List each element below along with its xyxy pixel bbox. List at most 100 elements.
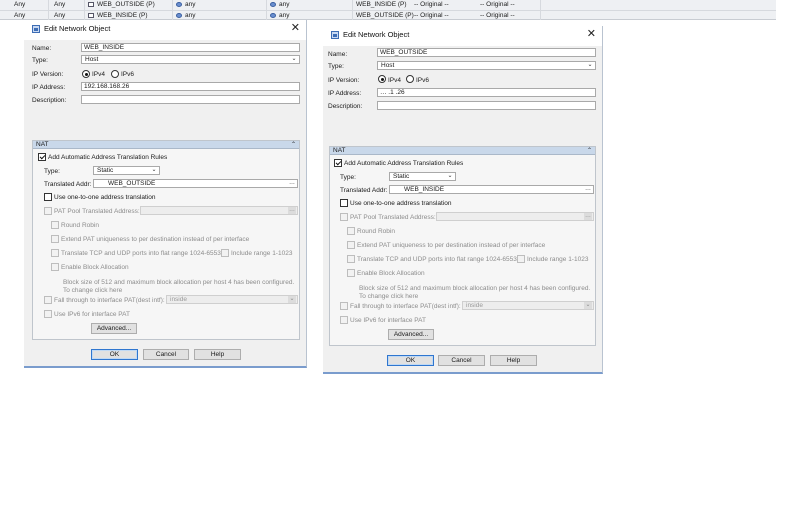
destination-interface: Any xyxy=(54,1,66,8)
extend-pat-label: Extend PAT uniqueness to per destination… xyxy=(357,242,546,249)
globe-icon xyxy=(176,2,182,7)
ipv4-radio[interactable] xyxy=(378,75,386,83)
ip-address-label: IP Address: xyxy=(32,84,66,91)
advanced-button[interactable]: Advanced... xyxy=(91,323,137,334)
one-to-one-checkbox[interactable] xyxy=(340,199,348,207)
ok-button[interactable]: OK xyxy=(91,349,138,360)
pat-pool-label: PAT Pool Translated Address: xyxy=(350,214,436,221)
name-field[interactable]: WEB_OUTSIDE xyxy=(377,48,596,57)
translated-service: -- Original -- xyxy=(480,1,515,8)
description-field[interactable] xyxy=(377,101,596,110)
nat-panel: NAT ⌃ Add Automatic Address Translation … xyxy=(329,146,596,346)
collapse-icon[interactable]: ⌃ xyxy=(291,141,296,149)
one-to-one-label: Use one-to-one address translation xyxy=(54,194,156,201)
nat-panel-header[interactable]: NAT ⌃ xyxy=(330,147,595,155)
original-source: WEB_INSIDE (P) xyxy=(88,12,148,20)
fall-through-select[interactable]: inside ⌄ xyxy=(166,295,298,304)
ipv6-radio[interactable] xyxy=(111,70,119,78)
chevron-down-icon: ⌄ xyxy=(151,167,157,173)
pat-pool-field[interactable]: … xyxy=(140,206,298,215)
browse-button[interactable]: … xyxy=(584,213,592,220)
translate-tcp-udp-checkbox[interactable] xyxy=(51,249,59,257)
original-source: WEB_OUTSIDE (P) xyxy=(88,1,155,9)
ipv6-radio[interactable] xyxy=(406,75,414,83)
pat-pool-checkbox[interactable] xyxy=(44,207,52,215)
pat-pool-checkbox[interactable] xyxy=(340,213,348,221)
description-label: Description: xyxy=(328,103,363,110)
cancel-button[interactable]: Cancel xyxy=(143,349,189,360)
fall-through-label: Fall through to interface PAT(dest intf)… xyxy=(54,297,165,304)
ip-address-field[interactable]: … .1 .26 xyxy=(377,88,596,97)
fall-through-checkbox[interactable] xyxy=(340,302,348,310)
close-icon[interactable]: ✕ xyxy=(291,21,300,35)
pat-pool-field[interactable]: … xyxy=(436,212,594,221)
translated-addr-field[interactable]: WEB_OUTSIDE… xyxy=(93,179,298,188)
ip-address-field[interactable]: 192.168.168.26 xyxy=(81,82,300,91)
original-destination: any xyxy=(176,12,195,20)
translated-source: WEB_OUTSIDE (P) xyxy=(356,12,414,19)
ok-button[interactable]: OK xyxy=(387,355,434,366)
round-robin-checkbox[interactable] xyxy=(347,227,355,235)
nat-type-select[interactable]: Static ⌄ xyxy=(93,166,160,175)
browse-button[interactable]: … xyxy=(584,186,592,193)
globe-icon xyxy=(270,13,276,18)
nat-header-label: NAT xyxy=(36,141,49,148)
include-range-checkbox[interactable] xyxy=(517,255,525,263)
type-select[interactable]: Host ⌄ xyxy=(81,55,300,64)
translate-tcp-udp-label: Translate TCP and UDP ports into flat ra… xyxy=(357,256,521,263)
nat-panel-header[interactable]: NAT ⌃ xyxy=(33,141,299,149)
help-button[interactable]: Help xyxy=(194,349,241,360)
chevron-down-icon: ⌄ xyxy=(584,302,592,309)
translated-addr-label: Translated Addr: xyxy=(44,181,92,188)
change-link[interactable]: To change click here xyxy=(359,292,418,301)
fall-through-checkbox[interactable] xyxy=(44,296,52,304)
one-to-one-label: Use one-to-one address translation xyxy=(350,200,452,207)
extend-pat-checkbox[interactable] xyxy=(51,235,59,243)
table-row[interactable]: Any Any WEB_INSIDE (P) any any WEB_OUTSI… xyxy=(0,10,776,20)
add-translation-rules-checkbox[interactable] xyxy=(334,159,342,167)
ipv4-radio[interactable] xyxy=(82,70,90,78)
round-robin-checkbox[interactable] xyxy=(51,221,59,229)
browse-button[interactable]: … xyxy=(288,180,296,187)
type-select[interactable]: Host ⌄ xyxy=(377,61,596,70)
name-field[interactable]: WEB_INSIDE xyxy=(81,43,300,52)
add-translation-rules-label: Add Automatic Address Translation Rules xyxy=(48,154,168,161)
original-service: any xyxy=(270,1,289,9)
block-allocation-checkbox[interactable] xyxy=(51,263,59,271)
browse-button[interactable]: … xyxy=(288,207,296,214)
globe-icon xyxy=(270,2,276,7)
fall-through-select[interactable]: inside ⌄ xyxy=(462,301,594,310)
block-allocation-checkbox[interactable] xyxy=(347,269,355,277)
cancel-button[interactable]: Cancel xyxy=(438,355,485,366)
edit-network-object-dialog-outside: Edit Network Object ✕ Name: WEB_OUTSIDE … xyxy=(323,26,603,374)
network-object-icon xyxy=(88,13,94,18)
edit-network-object-dialog-inside: Edit Network Object ✕ Name: WEB_INSIDE T… xyxy=(24,20,307,368)
include-range-checkbox[interactable] xyxy=(221,249,229,257)
ip-address-label: IP Address: xyxy=(328,90,362,97)
help-button[interactable]: Help xyxy=(490,355,537,366)
collapse-icon[interactable]: ⌃ xyxy=(587,147,592,155)
translated-addr-field[interactable]: WEB_INSIDE… xyxy=(389,185,594,194)
translated-destination: -- Original -- xyxy=(414,1,449,8)
table-row[interactable]: Any Any WEB_OUTSIDE (P) any any WEB_INSI… xyxy=(0,0,776,10)
description-field[interactable] xyxy=(81,95,300,104)
ipv6-pat-checkbox[interactable] xyxy=(44,310,52,318)
block-allocation-label: Enable Block Allocation xyxy=(357,270,425,277)
ipv6-pat-label: Use IPv6 for interface PAT xyxy=(350,317,426,324)
translate-tcp-udp-label: Translate TCP and UDP ports into flat ra… xyxy=(61,250,225,257)
ipv6-pat-checkbox[interactable] xyxy=(340,316,348,324)
add-translation-rules-checkbox[interactable] xyxy=(38,153,46,161)
one-to-one-checkbox[interactable] xyxy=(44,193,52,201)
dialog-titlebar[interactable]: Edit Network Object ✕ xyxy=(24,20,306,40)
nat-rules-table: Any Any WEB_OUTSIDE (P) any any WEB_INSI… xyxy=(0,0,776,20)
close-icon[interactable]: ✕ xyxy=(587,27,596,41)
advanced-button[interactable]: Advanced... xyxy=(388,329,434,340)
change-link[interactable]: To change click here xyxy=(63,286,122,295)
dialog-titlebar[interactable]: Edit Network Object ✕ xyxy=(323,26,602,46)
translate-tcp-udp-checkbox[interactable] xyxy=(347,255,355,263)
translated-destination: -- Original -- xyxy=(414,12,449,19)
extend-pat-checkbox[interactable] xyxy=(347,241,355,249)
nat-type-label: Type: xyxy=(340,174,356,181)
type-label: Type: xyxy=(328,63,344,70)
nat-type-select[interactable]: Static ⌄ xyxy=(389,172,456,181)
